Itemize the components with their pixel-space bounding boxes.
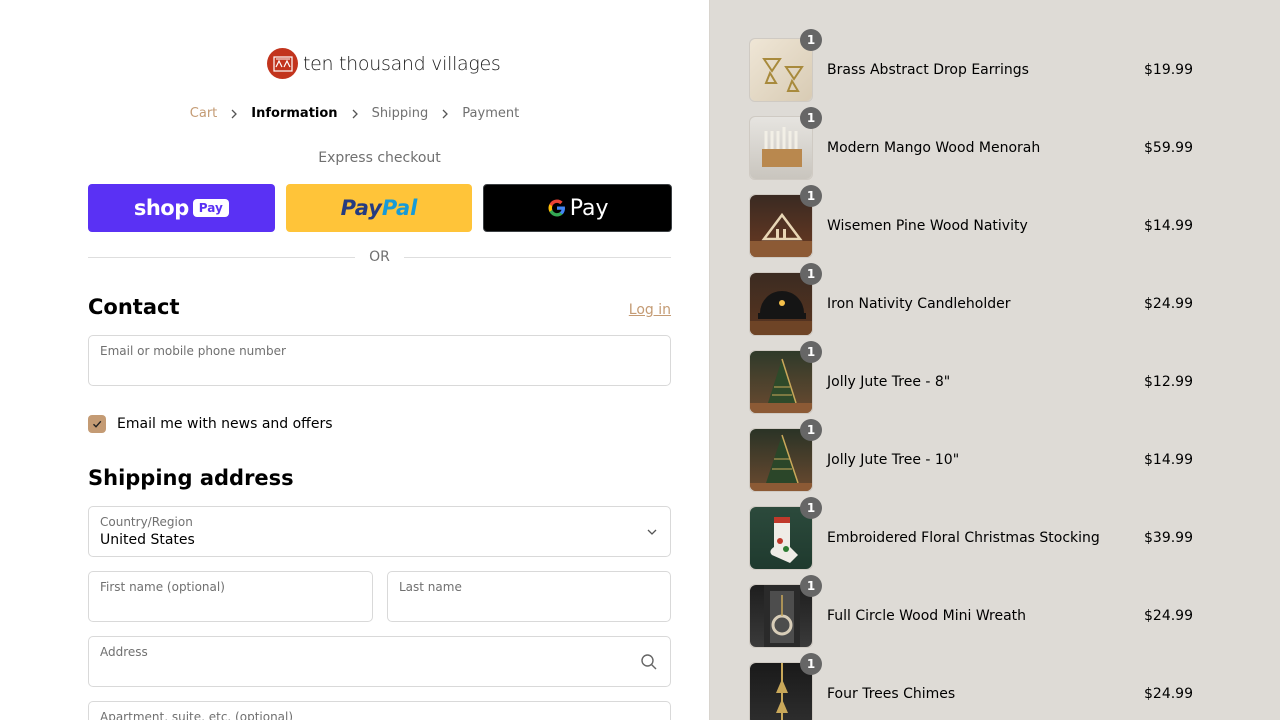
product-thumbnail: 1 xyxy=(749,185,822,258)
chevron-right-icon xyxy=(227,107,241,121)
last-name-label: Last name xyxy=(399,580,462,594)
product-thumbnail: 1 xyxy=(749,575,822,648)
chevron-down-icon xyxy=(646,528,658,536)
product-name: Jolly Jute Tree - 10" xyxy=(827,452,960,468)
breadcrumb-payment: Payment xyxy=(462,106,520,121)
divider-line xyxy=(403,256,671,258)
quantity-badge: 1 xyxy=(800,341,822,363)
chevron-right-icon xyxy=(348,107,362,121)
list-item: 1 Jolly Jute Tree - 8" $12.99 xyxy=(749,341,1209,428)
product-thumbnail: 1 xyxy=(749,419,822,492)
product-thumbnail: 1 xyxy=(749,107,822,180)
google-pay-button[interactable]: Pay xyxy=(483,184,673,232)
product-thumbnail: 1 xyxy=(749,341,822,414)
breadcrumb-cart[interactable]: Cart xyxy=(190,106,218,121)
shop-pay-word: shop xyxy=(133,196,189,220)
product-name: Embroidered Floral Christmas Stocking xyxy=(827,530,1100,546)
quantity-badge: 1 xyxy=(800,575,822,597)
log-in-link[interactable]: Log in xyxy=(629,302,671,318)
checkout-main: ten thousand villages Cart Information S… xyxy=(0,0,709,720)
quantity-badge: 1 xyxy=(800,185,822,207)
address-label: Address xyxy=(100,645,148,659)
apartment-field[interactable]: Apartment, suite, etc. (optional) xyxy=(88,701,671,720)
country-value: United States xyxy=(100,532,195,548)
breadcrumb-information: Information xyxy=(251,106,338,121)
country-select[interactable]: Country/Region United States xyxy=(88,506,671,557)
quantity-badge: 1 xyxy=(800,107,822,129)
first-name-label: First name (optional) xyxy=(100,580,225,594)
product-name: Iron Nativity Candleholder xyxy=(827,296,1011,312)
last-name-field[interactable]: Last name xyxy=(387,571,671,622)
country-label: Country/Region xyxy=(100,515,193,529)
product-price: $12.99 xyxy=(1144,374,1193,390)
product-name: Full Circle Wood Mini Wreath xyxy=(827,608,1027,624)
quantity-badge: 1 xyxy=(800,29,822,51)
list-item: 1 Four Trees Chimes $24.99 xyxy=(749,653,1209,720)
breadcrumb-shipping: Shipping xyxy=(371,106,429,121)
product-price: $14.99 xyxy=(1144,452,1193,468)
email-field-placeholder: Email or mobile phone number xyxy=(100,344,286,358)
list-item: 1 Embroidered Floral Christmas Stocking … xyxy=(749,497,1209,584)
list-item: 1 Modern Mango Wood Menorah $59.99 xyxy=(749,107,1209,194)
newsletter-label: Email me with news and offers xyxy=(117,416,333,432)
newsletter-checkbox[interactable] xyxy=(88,415,106,433)
product-price: $24.99 xyxy=(1144,686,1193,702)
product-thumbnail: 1 xyxy=(749,29,822,102)
cart-items-list: 1 Brass Abstract Drop Earrings $19.99 1 … xyxy=(749,29,1209,720)
shipping-address-title: Shipping address xyxy=(88,466,294,490)
product-thumbnail: 1 xyxy=(749,263,822,336)
contact-title: Contact xyxy=(88,295,180,319)
apartment-label: Apartment, suite, etc. (optional) xyxy=(100,710,294,720)
product-name: Jolly Jute Tree - 8" xyxy=(827,374,951,390)
product-price: $19.99 xyxy=(1144,62,1193,78)
product-name: Brass Abstract Drop Earrings xyxy=(827,62,1029,78)
checkmark-icon xyxy=(93,420,102,428)
list-item: 1 Wisemen Pine Wood Nativity $14.99 xyxy=(749,185,1209,272)
product-price: $14.99 xyxy=(1144,218,1193,234)
divider-line xyxy=(88,256,356,258)
quantity-badge: 1 xyxy=(800,653,822,675)
google-pay-logo: Pay xyxy=(547,196,609,221)
product-name: Wisemen Pine Wood Nativity xyxy=(827,218,1028,234)
list-item: 1 Brass Abstract Drop Earrings $19.99 xyxy=(749,29,1209,116)
express-checkout-title: Express checkout xyxy=(318,150,441,166)
google-g-icon xyxy=(548,199,565,217)
first-name-field[interactable]: First name (optional) xyxy=(88,571,373,622)
search-icon xyxy=(640,653,658,671)
list-item: 1 Jolly Jute Tree - 10" $14.99 xyxy=(749,419,1209,506)
email-field[interactable]: Email or mobile phone number xyxy=(88,335,671,386)
paypal-logo: PayPal xyxy=(341,196,418,220)
product-price: $24.99 xyxy=(1144,296,1193,312)
quantity-badge: 1 xyxy=(800,497,822,519)
product-thumbnail: 1 xyxy=(749,653,822,720)
or-label: OR xyxy=(369,249,390,265)
list-item: 1 Full Circle Wood Mini Wreath $24.99 xyxy=(749,575,1209,662)
product-name: Four Trees Chimes xyxy=(827,686,956,702)
product-price: $24.99 xyxy=(1144,608,1193,624)
or-divider: OR xyxy=(88,249,671,265)
list-item: 1 Iron Nativity Candleholder $24.99 xyxy=(749,263,1209,350)
chevron-right-icon xyxy=(438,107,452,121)
order-summary: 1 Brass Abstract Drop Earrings $19.99 1 … xyxy=(709,0,1280,720)
express-checkout-buttons: shop Pay PayPal Pay xyxy=(88,184,673,232)
paypal-button[interactable]: PayPal xyxy=(285,184,473,232)
quantity-badge: 1 xyxy=(800,419,822,441)
shop-pay-button[interactable]: shop Pay xyxy=(88,184,275,232)
google-pay-label: Pay xyxy=(569,195,609,221)
shop-pay-badge: Pay xyxy=(192,199,229,217)
address-field[interactable]: Address xyxy=(88,636,671,687)
breadcrumb: Cart Information Shipping Payment xyxy=(0,106,709,121)
product-thumbnail: 1 xyxy=(749,497,822,570)
quantity-badge: 1 xyxy=(800,263,822,285)
brand-name: ten thousand villages xyxy=(303,52,501,75)
product-price: $59.99 xyxy=(1144,140,1193,156)
brand-logo[interactable]: ten thousand villages xyxy=(267,48,501,79)
product-name: Modern Mango Wood Menorah xyxy=(827,140,1041,156)
logo-mark-icon xyxy=(267,48,298,79)
paypal-word-2: Pal xyxy=(381,196,418,220)
newsletter-checkbox-row[interactable]: Email me with news and offers xyxy=(88,415,333,433)
paypal-word-1: Pay xyxy=(340,196,382,220)
product-price: $39.99 xyxy=(1144,530,1193,546)
